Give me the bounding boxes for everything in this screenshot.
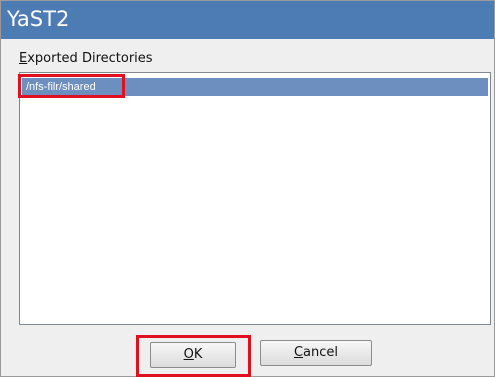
title-bar[interactable]: YaST2 [1,1,494,39]
label-text: xported Directories [27,51,153,66]
yast2-dialog-window: YaST2 Exported Directories /nfs-filr/sha… [0,0,495,377]
exported-directories-list[interactable]: /nfs-filr/shared [19,72,491,325]
exported-directories-label: Exported Directories [19,51,153,66]
window-title: YaST2 [7,7,70,31]
list-item-label: /nfs-filr/shared [26,81,96,93]
cancel-mnemonic: C [293,345,304,360]
list-item[interactable]: /nfs-filr/shared [22,78,488,96]
ok-label: K [193,347,203,362]
ok-mnemonic: O [183,347,194,362]
label-mnemonic: E [19,51,28,66]
ok-button[interactable]: OK [150,342,236,368]
cancel-label: ancel [303,345,339,360]
cancel-button[interactable]: Cancel [260,340,372,366]
